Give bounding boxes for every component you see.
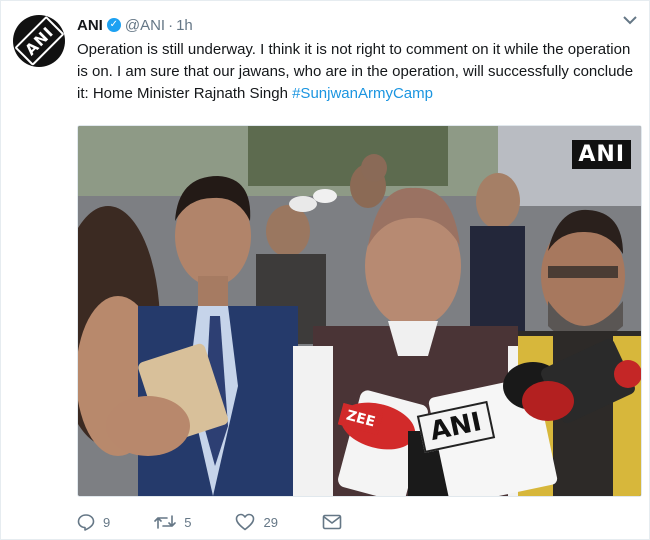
reply-button[interactable]: 9: [77, 513, 110, 531]
retweet-button[interactable]: 5: [154, 514, 191, 530]
direct-message-icon: [322, 514, 342, 530]
tweet-card: ANI ANI ✓ @ANI · 1h Operation is still u…: [0, 0, 650, 540]
tweet-text: Operation is still underway. I think it …: [77, 39, 637, 105]
ani-logo: ANI: [13, 15, 65, 67]
tweet-actions: 9 5 29: [77, 513, 394, 531]
hashtag-link[interactable]: #SunjwanArmyCamp: [292, 85, 433, 102]
tweet-photo[interactable]: ANI ANI ZEE: [77, 125, 642, 497]
tweet-timestamp[interactable]: 1h: [176, 17, 193, 34]
retweet-count: 5: [184, 514, 192, 530]
account-handle[interactable]: @ANI: [125, 17, 165, 34]
photo-scene: [78, 126, 641, 496]
like-count: 29: [263, 514, 278, 530]
reply-icon: [77, 514, 95, 531]
verified-icon: ✓: [106, 18, 121, 32]
ani-watermark: ANI: [572, 140, 631, 169]
avatar-logo-text: ANI: [13, 15, 65, 67]
direct-message-button[interactable]: [322, 514, 350, 530]
separator: ·: [168, 16, 174, 34]
tweet-header: ANI ✓ @ANI · 1h: [77, 13, 633, 37]
avatar[interactable]: ANI: [13, 15, 65, 67]
like-icon: [236, 513, 255, 531]
reply-count: 9: [103, 514, 111, 530]
like-button[interactable]: 29: [235, 513, 278, 531]
retweet-icon: [154, 515, 177, 529]
account-name[interactable]: ANI: [77, 17, 103, 34]
caret-down-icon[interactable]: [621, 11, 639, 29]
